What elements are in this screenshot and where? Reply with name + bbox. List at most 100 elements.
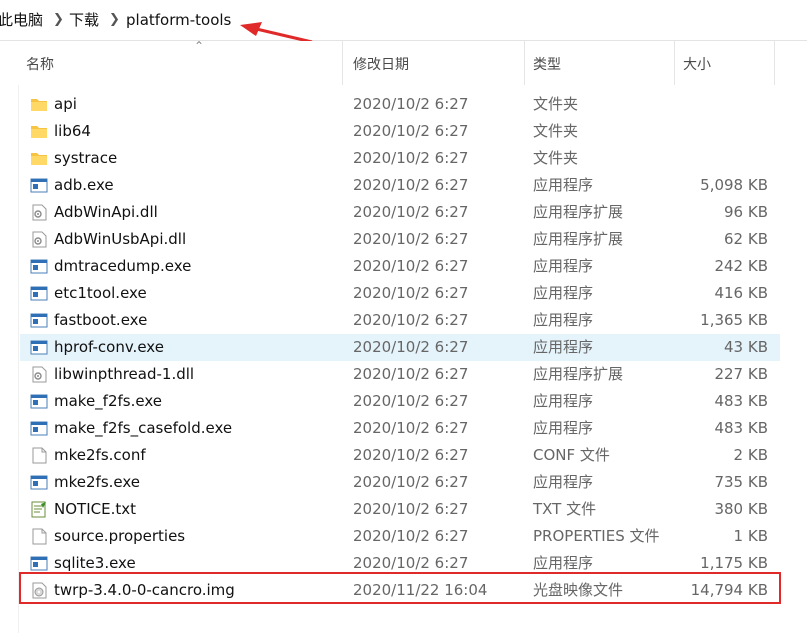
file-row[interactable]: hprof-conv.exe 2020/10/2 6:27 应用程序 43 KB bbox=[20, 334, 780, 361]
file-type: 文件夹 bbox=[533, 122, 579, 140]
file-row[interactable]: dmtracedump.exe 2020/10/2 6:27 应用程序 242 KB bbox=[20, 253, 780, 280]
file-size: 735 KB bbox=[714, 473, 768, 491]
file-modified-date: 2020/10/2 6:27 bbox=[353, 554, 469, 572]
file-name[interactable]: dmtracedump.exe bbox=[54, 253, 191, 280]
file-size: 5,098 KB bbox=[700, 176, 768, 194]
file-size: 483 KB bbox=[714, 392, 768, 410]
file-type: 应用程序 bbox=[533, 311, 594, 329]
file-name[interactable]: mke2fs.conf bbox=[54, 442, 146, 469]
breadcrumb-this-pc[interactable]: 此电脑 bbox=[0, 0, 43, 40]
file-modified-date: 2020/10/2 6:27 bbox=[353, 338, 469, 356]
file-name[interactable]: AdbWinUsbApi.dll bbox=[54, 226, 186, 253]
file-type: 应用程序 bbox=[533, 473, 594, 491]
file-row[interactable]: make_f2fs_casefold.exe 2020/10/2 6:27 应用程序… bbox=[20, 415, 780, 442]
file-row[interactable]: mke2fs.conf 2020/10/2 6:27 CONF 文件 2 KB bbox=[20, 442, 780, 469]
file-row[interactable]: sqlite3.exe 2020/10/2 6:27 应用程序 1,175 KB bbox=[20, 550, 780, 577]
file-size: 1 KB bbox=[733, 527, 768, 545]
column-divider[interactable] bbox=[674, 41, 675, 85]
file-modified-date: 2020/10/2 6:27 bbox=[353, 122, 469, 140]
column-divider[interactable] bbox=[342, 41, 343, 85]
file-name[interactable]: make_f2fs_casefold.exe bbox=[54, 415, 232, 442]
file-row[interactable]: twrp-3.4.0-0-cancro.img 2020/11/22 16:04 光… bbox=[20, 577, 780, 604]
file-size: 96 KB bbox=[724, 203, 768, 221]
file-name[interactable]: systrace bbox=[54, 145, 117, 172]
file-modified-date: 2020/10/2 6:27 bbox=[353, 311, 469, 329]
column-divider[interactable] bbox=[524, 41, 525, 85]
file-name[interactable]: adb.exe bbox=[54, 172, 114, 199]
exe-icon bbox=[30, 393, 48, 410]
file-size: 1,365 KB bbox=[700, 311, 768, 329]
file-row[interactable]: fastboot.exe 2020/10/2 6:27 应用程序 1,365 KB bbox=[20, 307, 780, 334]
column-header-size[interactable]: 大小 bbox=[683, 41, 711, 85]
file-row[interactable]: lib64 2020/10/2 6:27 文件夹 bbox=[20, 118, 780, 145]
address-bar[interactable]: 此电脑 ❯ 下载 ❯ platform-tools bbox=[0, 0, 807, 44]
file-type: 应用程序扩展 bbox=[533, 365, 624, 383]
file-name[interactable]: etc1tool.exe bbox=[54, 280, 147, 307]
file-name[interactable]: fastboot.exe bbox=[54, 307, 147, 334]
file-name[interactable]: AdbWinApi.dll bbox=[54, 199, 158, 226]
file-name[interactable]: NOTICE.txt bbox=[54, 496, 136, 523]
chevron-right-icon[interactable]: ❯ bbox=[53, 0, 64, 40]
file-row[interactable]: libwinpthread-1.dll 2020/10/2 6:27 应用程序扩展 2… bbox=[20, 361, 780, 388]
file-name[interactable]: make_f2fs.exe bbox=[54, 388, 162, 415]
folder-icon bbox=[30, 96, 48, 113]
file-modified-date: 2020/10/2 6:27 bbox=[353, 230, 469, 248]
file-type: PROPERTIES 文件 bbox=[533, 527, 660, 545]
file-size: 380 KB bbox=[714, 500, 768, 518]
column-header-name[interactable]: 名称 bbox=[26, 41, 54, 85]
file-type: CONF 文件 bbox=[533, 446, 610, 464]
file-row[interactable]: make_f2fs.exe 2020/10/2 6:27 应用程序 483 KB bbox=[20, 388, 780, 415]
file-name[interactable]: twrp-3.4.0-0-cancro.img bbox=[54, 577, 235, 604]
file-type: TXT 文件 bbox=[533, 500, 597, 518]
file-type: 应用程序 bbox=[533, 338, 594, 356]
column-header-date[interactable]: 修改日期 bbox=[353, 41, 409, 85]
file-name[interactable]: api bbox=[54, 91, 77, 118]
dll-icon bbox=[30, 231, 48, 248]
column-header-type[interactable]: 类型 bbox=[533, 41, 561, 85]
sort-ascending-icon: ⌃ bbox=[194, 39, 205, 53]
file-row[interactable]: systrace 2020/10/2 6:27 文件夹 bbox=[20, 145, 780, 172]
breadcrumb-platform-tools[interactable]: platform-tools bbox=[126, 0, 231, 40]
exe-icon bbox=[30, 555, 48, 572]
file-size: 2 KB bbox=[733, 446, 768, 464]
file-size: 62 KB bbox=[724, 230, 768, 248]
file-modified-date: 2020/10/2 6:27 bbox=[353, 527, 469, 545]
file-row[interactable]: NOTICE.txt 2020/10/2 6:27 TXT 文件 380 KB bbox=[20, 496, 780, 523]
exe-icon bbox=[30, 177, 48, 194]
file-row[interactable]: AdbWinUsbApi.dll 2020/10/2 6:27 应用程序扩展 62 K… bbox=[20, 226, 780, 253]
file-modified-date: 2020/10/2 6:27 bbox=[353, 176, 469, 194]
file-modified-date: 2020/10/2 6:27 bbox=[353, 203, 469, 221]
file-name[interactable]: sqlite3.exe bbox=[54, 550, 136, 577]
exe-icon bbox=[30, 312, 48, 329]
column-divider[interactable] bbox=[774, 41, 775, 85]
file-type: 应用程序 bbox=[533, 554, 594, 572]
file-row[interactable]: etc1tool.exe 2020/10/2 6:27 应用程序 416 KB bbox=[20, 280, 780, 307]
file-modified-date: 2020/10/2 6:27 bbox=[353, 500, 469, 518]
file-name[interactable]: mke2fs.exe bbox=[54, 469, 140, 496]
file-name[interactable]: source.properties bbox=[54, 523, 185, 550]
file-name[interactable]: hprof-conv.exe bbox=[54, 334, 164, 361]
file-row[interactable]: source.properties 2020/10/2 6:27 PROPERTIE… bbox=[20, 523, 780, 550]
file-type: 应用程序 bbox=[533, 257, 594, 275]
file-row[interactable]: mke2fs.exe 2020/10/2 6:27 应用程序 735 KB bbox=[20, 469, 780, 496]
file-size: 416 KB bbox=[714, 284, 768, 302]
disc-image-icon bbox=[30, 582, 48, 599]
exe-icon bbox=[30, 258, 48, 275]
file-row[interactable]: adb.exe 2020/10/2 6:27 应用程序 5,098 KB bbox=[20, 172, 780, 199]
breadcrumb-downloads[interactable]: 下载 bbox=[69, 0, 99, 40]
column-header: ⌃ 名称 修改日期 类型 大小 bbox=[18, 39, 807, 85]
file-type: 光盘映像文件 bbox=[533, 581, 624, 599]
file-modified-date: 2020/10/2 6:27 bbox=[353, 392, 469, 410]
chevron-right-icon[interactable]: ❯ bbox=[109, 0, 120, 40]
file-modified-date: 2020/10/2 6:27 bbox=[353, 95, 469, 113]
file-row[interactable]: api 2020/10/2 6:27 文件夹 bbox=[20, 91, 780, 118]
file-size: 483 KB bbox=[714, 419, 768, 437]
file-name[interactable]: libwinpthread-1.dll bbox=[54, 361, 194, 388]
file-size: 242 KB bbox=[714, 257, 768, 275]
file-size: 227 KB bbox=[714, 365, 768, 383]
file-name[interactable]: lib64 bbox=[54, 118, 91, 145]
file-modified-date: 2020/10/2 6:27 bbox=[353, 419, 469, 437]
file-row[interactable]: AdbWinApi.dll 2020/10/2 6:27 应用程序扩展 96 KB bbox=[20, 199, 780, 226]
navigation-pane-edge bbox=[0, 41, 19, 633]
file-type: 应用程序 bbox=[533, 176, 594, 194]
